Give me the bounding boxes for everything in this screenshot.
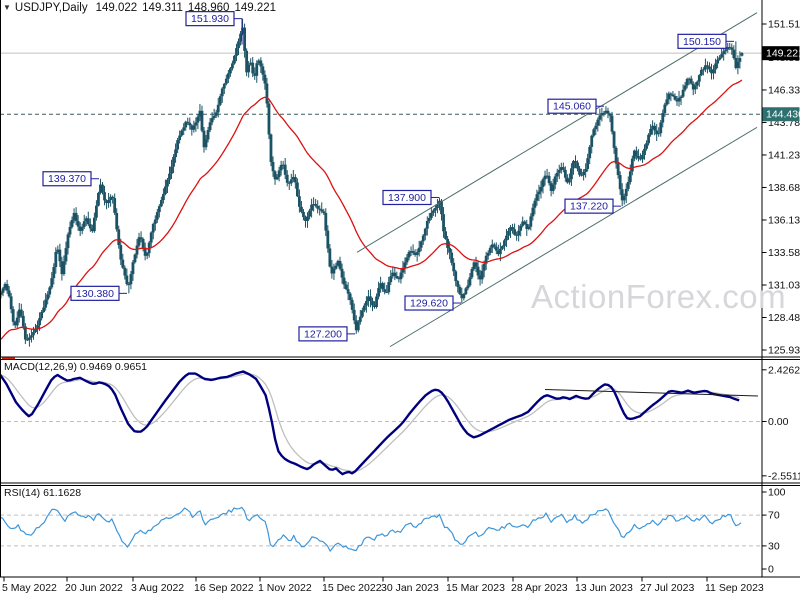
quote-open: 149.022: [95, 2, 138, 14]
rsi-panel: 100 70 30 0: [0, 487, 786, 576]
rsi-indicator-label: RSI(14) 61.1628: [4, 487, 82, 499]
quote-high: 149.311: [142, 2, 183, 14]
svg-text:139.370: 139.370: [48, 173, 86, 185]
svg-text:2.4262: 2.4262: [768, 364, 800, 376]
svg-text:15 Mar 2023: 15 Mar 2023: [446, 582, 505, 594]
svg-text:125.935: 125.935: [768, 345, 800, 357]
macd-panel: 2.4262 0.00 -2.5511: [0, 364, 800, 482]
svg-text:16 Sep 2022: 16 Sep 2022: [194, 582, 254, 594]
svg-text:0.00: 0.00: [768, 416, 789, 428]
symbol-name: USDJPY,Daily: [14, 2, 88, 14]
svg-text:11 Sep 2023: 11 Sep 2023: [705, 582, 764, 594]
svg-text:151.930: 151.930: [191, 13, 229, 25]
symbol-dropdown-icon[interactable]: ▼: [3, 3, 11, 12]
svg-text:1 Nov 2022: 1 Nov 2022: [258, 582, 312, 594]
svg-text:0: 0: [768, 564, 774, 576]
svg-text:150.150: 150.150: [683, 36, 721, 48]
svg-text:138.685: 138.685: [768, 182, 800, 194]
svg-text:13 Jun 2023: 13 Jun 2023: [575, 582, 633, 594]
mt4-chart-window: 151.930 150.150 145.060 139.370 137.900 137.2…: [0, 0, 800, 600]
svg-text:133.585: 133.585: [768, 247, 800, 259]
svg-text:145.060: 145.060: [553, 101, 591, 113]
svg-text:149.221: 149.221: [766, 48, 800, 60]
svg-text:30: 30: [768, 540, 780, 552]
chart-title-bar: ▼ USDJPY,Daily 149.022 149.311 148.960 149.22…: [3, 2, 281, 14]
svg-text:127.200: 127.200: [304, 328, 342, 340]
svg-text:30 Jan 2023: 30 Jan 2023: [381, 582, 439, 594]
date-axis: 5 May 2022 20 Jun 2022 3 Aug 2022 16 Sep 20…: [2, 577, 764, 594]
svg-text:3 Aug 2022: 3 Aug 2022: [131, 582, 184, 594]
svg-text:28 Apr 2023: 28 Apr 2023: [511, 582, 568, 594]
svg-text:20 Jun 2022: 20 Jun 2022: [65, 582, 123, 594]
svg-text:100: 100: [768, 487, 786, 499]
svg-text:15 Dec 2022: 15 Dec 2022: [322, 582, 382, 594]
macd-indicator-label: MACD(12,26,9) 0.9469 0.9651: [4, 361, 148, 373]
svg-text:70: 70: [768, 510, 780, 522]
svg-text:130.380: 130.380: [76, 288, 114, 300]
quote-close: 149.221: [234, 2, 277, 14]
svg-text:-2.5511: -2.5511: [768, 470, 800, 482]
svg-text:137.900: 137.900: [388, 192, 426, 204]
svg-text:136.135: 136.135: [768, 214, 800, 226]
svg-text:144.430: 144.430: [766, 109, 800, 121]
watermark: ActionForex.com: [531, 278, 787, 315]
price-levels: [0, 52, 762, 115]
svg-text:137.220: 137.220: [570, 201, 608, 213]
svg-text:151.510: 151.510: [768, 18, 800, 30]
svg-text:129.620: 129.620: [410, 298, 448, 310]
svg-text:27 Jul 2023: 27 Jul 2023: [640, 582, 694, 594]
svg-text:141.235: 141.235: [768, 149, 800, 161]
svg-text:146.335: 146.335: [768, 84, 800, 96]
svg-text:5 May 2022: 5 May 2022: [2, 582, 57, 594]
quote-low: 148.960: [187, 2, 230, 14]
